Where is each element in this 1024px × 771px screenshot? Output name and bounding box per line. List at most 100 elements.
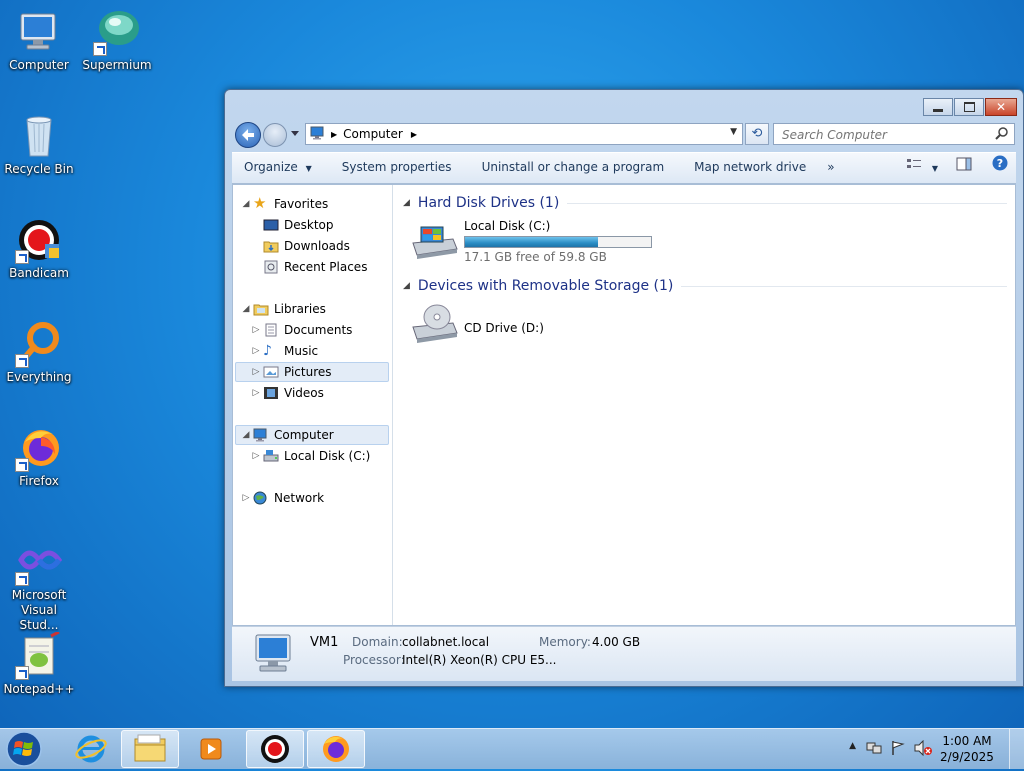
computer-small-icon [253,428,269,442]
taskbar-media-player[interactable] [182,730,240,768]
nav-item-recent-places[interactable]: Recent Places [235,257,389,277]
group-header-hard-disk[interactable]: ◢ Hard Disk Drives (1) [403,195,1007,211]
desktop-icon-notepad-plus-plus[interactable]: Notepad++ [1,630,77,696]
expand-arrow-icon[interactable]: ▷ [251,363,261,381]
desktop-icon-recycle-bin[interactable]: Recycle Bin [1,112,77,176]
breadcrumb-separator-icon[interactable]: ▶ [331,130,337,139]
expand-arrow-icon[interactable]: ▷ [251,320,261,340]
maximize-button[interactable] [954,98,984,116]
main-pane: ◢ Hard Disk Drives (1) Local Disk (C:) 1… [393,185,1015,625]
forward-button[interactable] [263,123,287,147]
nav-item-computer[interactable]: ◢ Computer [235,425,389,445]
search-input[interactable] [780,125,994,145]
nav-item-network[interactable]: ▷ Network [235,488,389,508]
taskbar-windows-explorer[interactable] [121,730,179,768]
desktop-icon-firefox[interactable]: Firefox [1,424,77,488]
music-icon: ♪ [263,343,272,359]
nav-item-favorites[interactable]: ◢ ★ Favorites [235,194,389,214]
collapse-arrow-icon[interactable]: ◢ [403,198,410,208]
refresh-button[interactable]: ⟲ [745,123,769,145]
desktop-icon-bandicam[interactable]: Bandicam [1,216,77,280]
star-icon: ★ [253,194,267,212]
desktop-icon-everything[interactable]: Everything [1,320,77,384]
collapse-arrow-icon[interactable]: ◢ [241,426,251,444]
drive-local-disk-c[interactable]: Local Disk (C:) 17.1 GB free of 59.8 GB [409,219,669,265]
nav-item-pictures[interactable]: ▷ Pictures [235,362,389,382]
expand-arrow-icon[interactable]: ▷ [251,383,261,403]
nav-label: Pictures [284,365,332,379]
navigation-row: ▶ Computer ▶ ▼ ⟲ [233,122,1015,148]
search-icon[interactable] [995,126,1009,143]
navigation-pane: ◢ ★ Favorites Desktop Downloads Recent P… [233,185,393,625]
address-bar[interactable]: ▶ Computer ▶ ▼ [305,123,743,145]
nav-item-music[interactable]: ▷ ♪ Music [235,341,389,361]
nav-item-local-disk[interactable]: ▷ Local Disk (C:) [235,446,389,466]
more-commands-button[interactable]: » [821,152,840,184]
content-area: ◢ ★ Favorites Desktop Downloads Recent P… [232,184,1016,626]
help-icon: ? [992,155,1008,171]
close-button[interactable]: ✕ [985,98,1017,116]
action-center-flag-icon[interactable] [890,740,906,759]
recent-pages-dropdown-icon[interactable] [291,131,299,136]
preview-pane-button[interactable] [946,152,982,184]
expand-arrow-icon[interactable]: ▷ [241,488,251,508]
collapse-arrow-icon[interactable]: ◢ [403,281,410,291]
collapse-arrow-icon[interactable]: ◢ [241,194,251,214]
drive-free-space: 17.1 GB free of 59.8 GB [464,250,607,264]
taskbar-bandicam[interactable] [246,730,304,768]
clock-time: 1:00 AM [942,734,992,748]
breadcrumb-computer[interactable]: Computer [343,127,403,141]
videos-icon [263,386,279,400]
view-list-icon [907,159,922,168]
desktop-icon-label: Everything [6,370,72,384]
desktop-icon-computer[interactable]: Computer [1,8,77,72]
group-divider [681,285,1007,287]
nav-item-documents[interactable]: ▷ Documents [235,320,389,340]
desktop-icon-label: Microsoft Visual Stud... [11,588,67,632]
volume-muted-icon[interactable] [914,739,932,759]
back-button[interactable] [235,122,261,148]
map-network-drive-button[interactable]: Map network drive [679,152,821,184]
computer-small-icon [310,126,326,143]
taskbar-internet-explorer[interactable] [62,730,120,768]
taskbar-firefox[interactable] [307,730,365,768]
bandicam-icon [261,735,289,763]
collapse-arrow-icon[interactable]: ◢ [241,299,251,319]
address-dropdown-icon[interactable]: ▼ [730,127,737,137]
desktop-icon-visual-studio[interactable]: Microsoft Visual Stud... [1,538,77,633]
search-box[interactable] [773,123,1015,145]
chevron-down-icon: ▼ [931,164,938,173]
nav-item-videos[interactable]: ▷ Videos [235,383,389,403]
nav-label: Videos [284,386,324,400]
clock[interactable]: 1:00 AM 2/9/2025 [938,733,996,765]
breadcrumb-separator-icon[interactable]: ▶ [411,130,417,139]
nav-item-libraries[interactable]: ◢ Libraries [235,299,389,319]
organize-menu[interactable]: Organize ▼ [232,152,327,184]
close-icon: ✕ [995,100,1007,114]
nav-item-desktop[interactable]: Desktop [235,215,389,235]
firefox-icon [323,736,349,762]
show-desktop-button[interactable] [1009,729,1024,769]
internet-explorer-icon [75,735,107,763]
libraries-icon [253,302,269,316]
drive-cd-d[interactable]: CD Drive (D:) [409,301,609,347]
nav-label: Network [274,491,325,505]
system-properties-button[interactable]: System properties [327,152,467,184]
help-button[interactable]: ? [982,152,1016,184]
expand-arrow-icon[interactable]: ▷ [251,341,261,361]
desktop-icon-label: Firefox [19,474,59,488]
drive-name: Local Disk (C:) [464,219,551,233]
group-header-removable[interactable]: ◢ Devices with Removable Storage (1) [403,278,1007,294]
minimize-button[interactable] [923,98,953,116]
start-button[interactable] [4,730,44,768]
documents-icon [263,323,279,337]
network-tray-icon[interactable] [866,740,882,759]
nav-item-downloads[interactable]: Downloads [235,236,389,256]
windows-logo-icon [6,731,42,767]
desktop-icon-supermium[interactable]: Supermium [79,8,155,72]
shortcut-arrow-icon [15,666,29,680]
expand-arrow-icon[interactable]: ▷ [251,446,261,466]
uninstall-program-button[interactable]: Uninstall or change a program [467,152,680,184]
change-view-button[interactable]: ▼ [898,152,946,184]
show-hidden-icons-button[interactable]: ▲ [849,741,856,751]
